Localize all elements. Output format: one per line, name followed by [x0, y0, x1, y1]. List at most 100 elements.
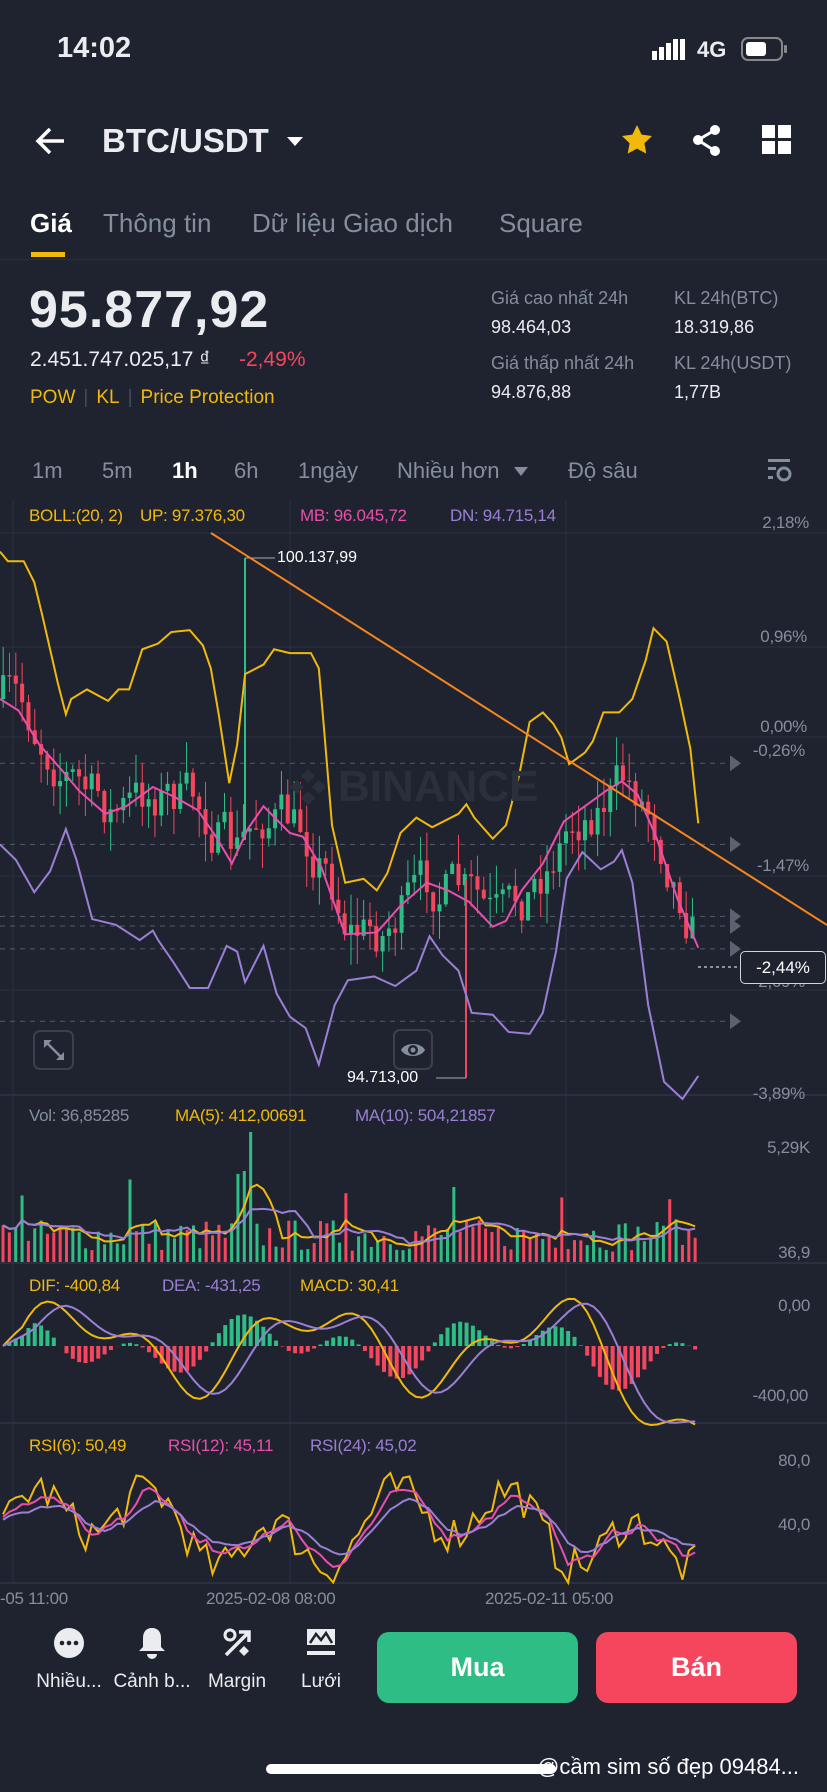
candle-body	[399, 895, 404, 933]
nav-more-label: Nhiều...	[36, 1671, 102, 1692]
macd-histogram-bar	[642, 1346, 647, 1370]
volume-bar	[128, 1179, 132, 1262]
volume-bar	[585, 1245, 589, 1262]
volume-bar	[604, 1249, 608, 1262]
nav-grid[interactable]: Lưới	[276, 1625, 366, 1693]
kline-chart[interactable]	[0, 0, 827, 1792]
sell-button[interactable]: Bán	[596, 1632, 797, 1703]
candle-body	[557, 843, 562, 872]
nav-more[interactable]: Nhiều...	[24, 1625, 114, 1693]
candle-body	[58, 781, 63, 787]
candle-body	[184, 772, 189, 784]
volume-bar	[503, 1246, 507, 1262]
macd-histogram-bar	[439, 1334, 444, 1346]
candle-body	[152, 799, 157, 816]
volume-bar	[363, 1233, 367, 1262]
axis-label: -0,26%	[752, 741, 805, 760]
macd-histogram-bar	[566, 1331, 571, 1346]
volume-bar	[573, 1240, 576, 1262]
expand-icon	[43, 1040, 64, 1060]
volume-bar	[414, 1231, 418, 1262]
margin-icon	[223, 1628, 251, 1657]
candle-body	[13, 675, 18, 684]
volume-bar	[319, 1221, 322, 1262]
candle-body	[127, 792, 132, 798]
volume-bar	[490, 1231, 494, 1262]
macd-histogram-bar	[89, 1346, 94, 1362]
volume-bar	[268, 1228, 272, 1262]
macd-histogram-bar	[318, 1344, 323, 1346]
candle-body	[386, 928, 391, 937]
candle-body	[51, 769, 56, 787]
macd-histogram-bar	[45, 1330, 50, 1346]
macd-histogram-bar	[299, 1346, 304, 1354]
candle-body	[418, 860, 423, 875]
volume-bar	[134, 1231, 138, 1262]
axis-label: -1,47%	[756, 856, 809, 875]
candle-body	[348, 924, 353, 935]
candle-body	[481, 889, 486, 899]
macd-histogram-bar	[134, 1344, 139, 1346]
macd-histogram-bar	[229, 1318, 234, 1346]
volume-bar	[325, 1223, 329, 1262]
vol-value: Vol: 36,85285	[29, 1106, 130, 1125]
order-marker-icon	[730, 755, 741, 772]
macd-histogram-bar	[483, 1335, 488, 1346]
candle-body	[538, 878, 543, 894]
nav-alert-label: Cảnh b...	[113, 1671, 191, 1692]
low-price-marker: 94.713,00	[347, 1069, 419, 1086]
volume-bar	[198, 1248, 202, 1262]
macd-histogram-bar	[661, 1346, 666, 1348]
macd-axis-low: -400,00	[752, 1386, 808, 1405]
candle-body	[367, 919, 372, 927]
candle-body	[77, 769, 82, 777]
macd-histogram-bar	[693, 1346, 698, 1350]
macd-histogram-bar	[64, 1346, 69, 1354]
volume-bar	[547, 1235, 551, 1262]
overlay-caption: @cầm sim số đẹp 09484...	[537, 1754, 800, 1779]
candle-body	[456, 863, 461, 886]
volume-bar	[179, 1225, 183, 1262]
volume-bar	[553, 1247, 557, 1262]
volume-bar	[623, 1223, 627, 1262]
macd-histogram-bar	[312, 1346, 317, 1349]
volume-bar	[287, 1220, 291, 1262]
candle-body	[601, 807, 606, 812]
binance-logo-icon	[290, 769, 326, 805]
volume-bar	[96, 1231, 100, 1262]
macd-histogram-bar	[331, 1337, 336, 1346]
candle-body	[431, 892, 436, 912]
candle-body	[178, 783, 183, 809]
nav-margin-label: Margin	[207, 1671, 267, 1692]
volume-bar	[693, 1237, 697, 1262]
volume-bar	[674, 1219, 678, 1262]
visibility-toggle-button[interactable]	[393, 1029, 433, 1070]
candle-body	[526, 892, 531, 921]
fullscreen-button[interactable]	[33, 1030, 74, 1070]
macd-histogram-bar	[172, 1346, 177, 1372]
eye-icon	[401, 1043, 425, 1056]
candle-body	[494, 894, 499, 898]
candle-body	[1, 675, 6, 700]
volume-bar	[566, 1249, 570, 1262]
volume-bar	[388, 1244, 392, 1262]
time-label: -05 11:00	[0, 1589, 68, 1608]
volume-bar	[426, 1225, 430, 1262]
volume-bar	[45, 1233, 49, 1262]
volume-bar	[471, 1226, 475, 1262]
volume-bar	[401, 1250, 405, 1262]
nav-margin[interactable]: Margin	[192, 1625, 282, 1693]
candle-body	[589, 820, 594, 835]
buy-button[interactable]: Mua	[377, 1632, 578, 1703]
time-label: 2025-02-08 08:00	[206, 1589, 336, 1608]
home-indicator	[266, 1764, 556, 1774]
macd-histogram-bar	[70, 1346, 75, 1359]
volume-bar	[90, 1250, 94, 1262]
macd-histogram-bar	[521, 1344, 526, 1346]
candle-body	[620, 765, 625, 781]
volume-bar	[452, 1186, 456, 1262]
binance-watermark: BINANCE	[288, 762, 538, 812]
nav-alert[interactable]: Cảnh b...	[107, 1625, 197, 1693]
candle-body	[102, 790, 107, 823]
candle-body	[627, 780, 632, 782]
